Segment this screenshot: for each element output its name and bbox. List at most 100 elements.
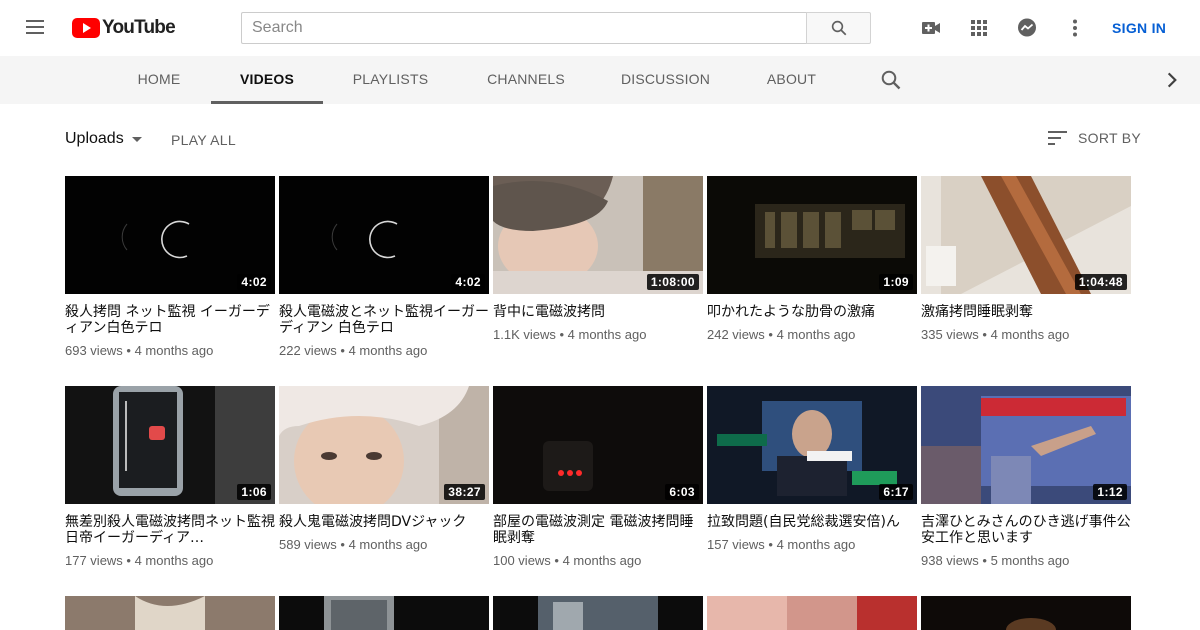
video-title[interactable]: 殺人拷問 ネット監視 イーガーディアン白色テロ: [65, 304, 275, 336]
search-input[interactable]: [241, 12, 807, 44]
video-meta: 589 views • 4 months ago: [279, 537, 428, 552]
video-thumbnail[interactable]: 1:04:48: [921, 176, 1131, 294]
video-title[interactable]: 拉致問題(自民党総裁選安倍)ん: [707, 514, 917, 530]
video-title[interactable]: 背中に電磁波拷問: [493, 304, 703, 320]
video-card[interactable]: 1:04:48 激痛拷問睡眠剥奪 335 views • 4 months ag…: [921, 176, 1131, 342]
search-icon: [831, 20, 847, 36]
sort-icon: [1048, 131, 1067, 145]
youtube-logo[interactable]: YouTube: [72, 17, 176, 39]
search-button[interactable]: [806, 12, 871, 44]
video-card[interactable]: 6:17 拉致問題(自民党総裁選安倍)ん 157 views • 4 month…: [707, 386, 917, 552]
video-thumbnail[interactable]: 4:02: [279, 176, 489, 294]
video-thumbnail[interactable]: 1:12: [921, 386, 1131, 504]
tab-home[interactable]: HOME: [127, 56, 191, 104]
thumbnail-image: [921, 596, 1131, 630]
video-views: 693 views: [65, 343, 123, 358]
video-thumbnail[interactable]: 1:08:00: [493, 176, 703, 294]
thumbnail-image: [279, 596, 489, 630]
video-meta: 242 views • 4 months ago: [707, 327, 856, 342]
video-thumbnail[interactable]: 38:27: [279, 386, 489, 504]
video-card[interactable]: 4:02 殺人電磁波とネット監視イーガーディアン 白色テロ 222 views …: [279, 176, 489, 358]
video-title[interactable]: 殺人電磁波とネット監視イーガーディアン 白色テロ: [279, 304, 489, 336]
more-vertical-icon[interactable]: [1063, 16, 1087, 40]
video-meta: 938 views • 5 months ago: [921, 553, 1070, 568]
video-meta: 1.1K views • 4 months ago: [493, 327, 647, 342]
uploads-dropdown[interactable]: Uploads: [65, 130, 142, 148]
video-thumbnail[interactable]: 1:09: [707, 176, 917, 294]
video-meta: 157 views • 4 months ago: [707, 537, 856, 552]
video-duration: 6:17: [879, 484, 913, 500]
video-views: 589 views: [279, 537, 337, 552]
tab-playlists[interactable]: PLAYLISTS: [343, 56, 438, 104]
video-age: 4 months ago: [348, 537, 428, 552]
video-card[interactable]: 1:12 吉澤ひとみさんのひき逃げ事件公安工作と思います 938 views •…: [921, 386, 1131, 568]
video-meta: 693 views • 4 months ago: [65, 343, 214, 358]
tab-about[interactable]: ABOUT: [757, 56, 826, 104]
video-title[interactable]: 無差別殺人電磁波拷問ネット監視 日帝イーガーディア…: [65, 514, 275, 546]
video-thumbnail[interactable]: [707, 596, 917, 630]
video-duration: 1:12: [1093, 484, 1127, 500]
tab-videos[interactable]: VIDEOS: [211, 56, 323, 104]
video-duration: 1:09: [879, 274, 913, 290]
video-age: 4 months ago: [776, 537, 856, 552]
video-age: 4 months ago: [134, 553, 214, 568]
tab-channels[interactable]: CHANNELS: [478, 56, 574, 104]
video-views: 100 views: [493, 553, 551, 568]
video-thumbnail[interactable]: 4:02: [65, 176, 275, 294]
video-title[interactable]: 吉澤ひとみさんのひき逃げ事件公安工作と思います: [921, 514, 1131, 546]
video-views: 938 views: [921, 553, 979, 568]
video-card[interactable]: 38:27 殺人鬼電磁波拷問DVジャック 589 views • 4 month…: [279, 386, 489, 552]
video-meta: 335 views • 4 months ago: [921, 327, 1070, 342]
messages-icon[interactable]: [1015, 16, 1039, 40]
video-duration: 4:02: [237, 274, 271, 290]
video-thumbnail[interactable]: [921, 596, 1131, 630]
video-card[interactable]: 1:08:00 背中に電磁波拷問 1.1K views • 4 months a…: [493, 176, 703, 342]
video-duration: 4:02: [451, 274, 485, 290]
video-duration: 1:08:00: [646, 274, 699, 290]
video-views: 157 views: [707, 537, 765, 552]
video-age: 4 months ago: [348, 343, 428, 358]
dropdown-caret-icon: [131, 136, 142, 142]
video-card[interactable]: 1:09 叩かれたような肋骨の激痛 242 views • 4 months a…: [707, 176, 917, 342]
menu-icon[interactable]: [24, 18, 46, 38]
video-views: 242 views: [707, 327, 765, 342]
video-thumbnail[interactable]: 6:17: [707, 386, 917, 504]
video-duration: 38:27: [444, 484, 485, 500]
thumbnail-image: [707, 596, 917, 630]
apps-grid-icon[interactable]: [967, 16, 991, 40]
video-age: 4 months ago: [562, 553, 642, 568]
chevron-right-icon[interactable]: [1162, 70, 1182, 90]
video-age: 4 months ago: [567, 327, 647, 342]
sort-by-button[interactable]: SORT BY: [1047, 129, 1141, 147]
video-card[interactable]: 4:02 殺人拷問 ネット監視 イーガーディアン白色テロ 693 views •…: [65, 176, 275, 358]
video-card[interactable]: 6:03 部屋の電磁波測定 電磁波拷問睡眠剥奪 100 views • 4 mo…: [493, 386, 703, 568]
video-age: 4 months ago: [134, 343, 214, 358]
video-title[interactable]: 激痛拷問睡眠剥奪: [921, 304, 1131, 320]
video-views: 335 views: [921, 327, 979, 342]
video-title[interactable]: 叩かれたような肋骨の激痛: [707, 304, 917, 320]
video-thumbnail[interactable]: [279, 596, 489, 630]
video-meta: 100 views • 4 months ago: [493, 553, 642, 568]
video-thumbnail[interactable]: [65, 596, 275, 630]
video-thumbnail[interactable]: 1:06: [65, 386, 275, 504]
video-thumbnail[interactable]: 6:03: [493, 386, 703, 504]
video-duration: 1:04:48: [1074, 274, 1127, 290]
video-title[interactable]: 部屋の電磁波測定 電磁波拷問睡眠剥奪: [493, 514, 703, 546]
logo-text: YouTube: [102, 17, 176, 38]
video-views: 1.1K views: [493, 327, 556, 342]
video-card[interactable]: 1:06 無差別殺人電磁波拷問ネット監視 日帝イーガーディア… 177 view…: [65, 386, 275, 568]
video-camera-plus-icon[interactable]: [919, 16, 943, 40]
video-duration: 1:06: [237, 484, 271, 500]
tab-discussion[interactable]: DISCUSSION: [614, 56, 717, 104]
video-views: 222 views: [279, 343, 337, 358]
video-views: 177 views: [65, 553, 123, 568]
video-title[interactable]: 殺人鬼電磁波拷問DVジャック: [279, 514, 489, 530]
channel-search-icon[interactable]: [879, 68, 903, 92]
video-duration: 6:03: [665, 484, 699, 500]
masthead: YouTube SIGN IN: [0, 0, 1200, 56]
sign-in-button[interactable]: SIGN IN: [1112, 20, 1166, 36]
play-all-button[interactable]: PLAY ALL: [171, 132, 236, 148]
video-age: 4 months ago: [990, 327, 1070, 342]
thumbnail-image: [493, 596, 703, 630]
video-thumbnail[interactable]: [493, 596, 703, 630]
